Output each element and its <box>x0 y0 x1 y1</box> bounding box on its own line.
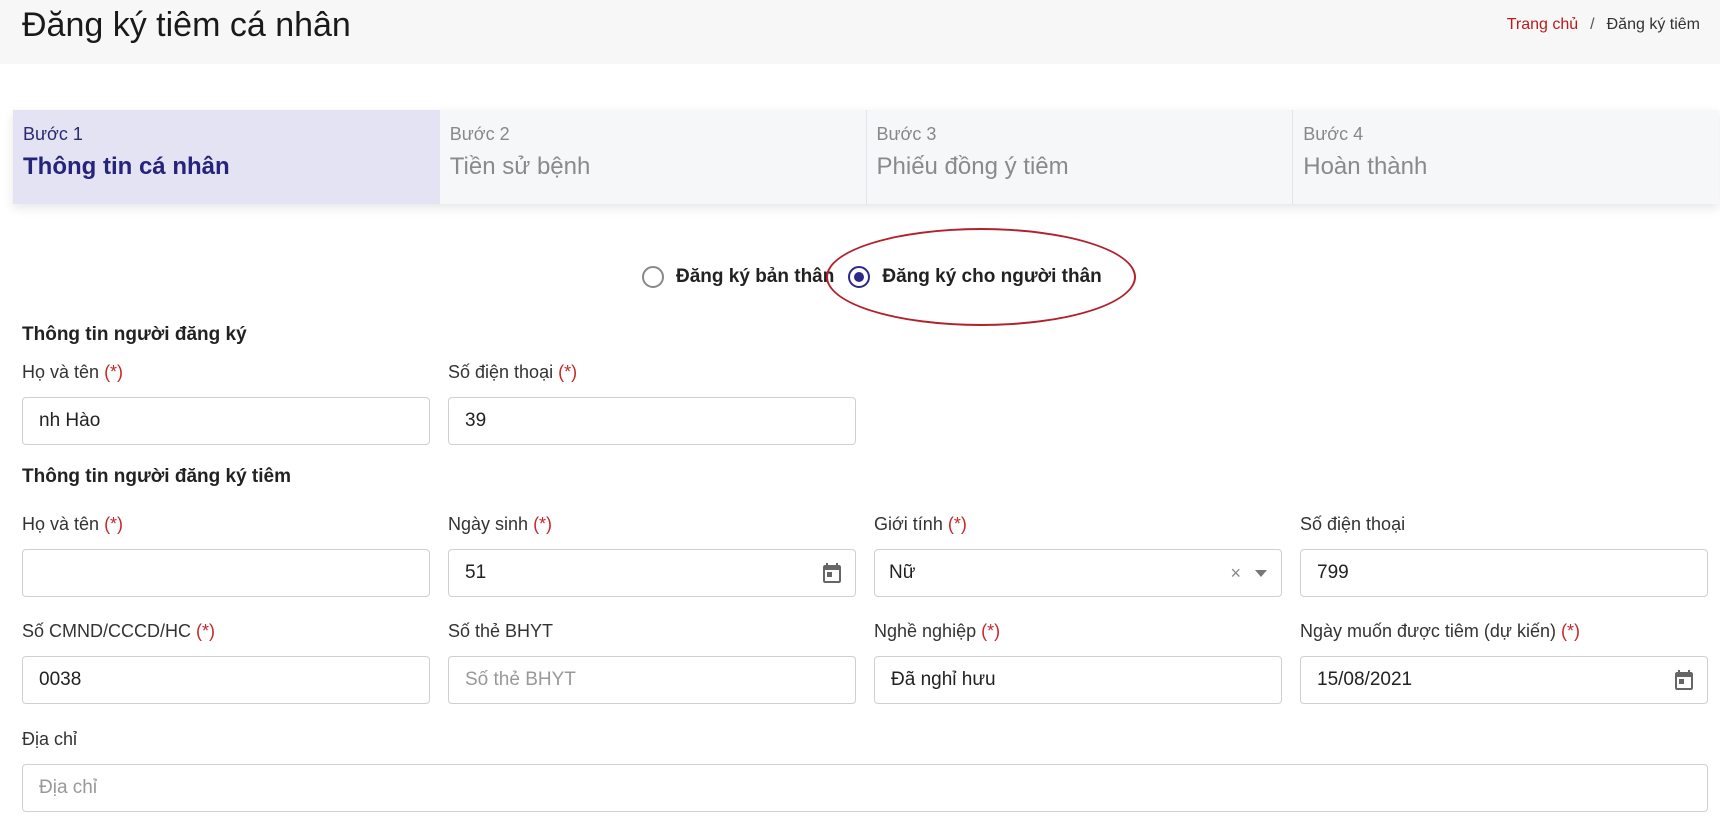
chevron-down-icon[interactable] <box>1255 569 1267 577</box>
field-label: Địa chỉ <box>22 729 78 749</box>
radio-register-relative[interactable]: Đăng ký cho người thân <box>848 266 1102 288</box>
occupation-input[interactable] <box>874 656 1282 704</box>
step-wizard: Bước 1 Thông tin cá nhân Bước 2 Tiền sử … <box>13 110 1719 204</box>
radio-label: Đăng ký bản thân <box>676 266 835 287</box>
step-number: Bước 4 <box>1303 124 1364 144</box>
step-3[interactable]: Bước 3 Phiếu đồng ý tiêm <box>867 110 1294 204</box>
vaccinee-name-input[interactable] <box>22 549 430 597</box>
id-number-field: Số CMND/CCCD/HC (*) <box>22 621 430 704</box>
gender-selected-value: Nữ <box>889 562 916 583</box>
field-label: Số điện thoại (*) <box>448 362 578 382</box>
step-title: Hoàn thành <box>1303 153 1428 180</box>
field-label: Ngày muốn được tiêm (dự kiến) (*) <box>1300 621 1581 641</box>
step-number: Bước 1 <box>23 124 83 144</box>
step-2[interactable]: Bước 2 Tiền sử bệnh <box>440 110 867 204</box>
insurance-field: Số thẻ BHYT <box>448 621 856 704</box>
required-mark: (*) <box>533 514 553 534</box>
breadcrumb-separator: / <box>1590 16 1595 33</box>
required-mark: (*) <box>947 514 967 534</box>
field-label: Họ và tên (*) <box>22 362 124 382</box>
breadcrumb-current: Đăng ký tiêm <box>1606 16 1700 33</box>
step-1[interactable]: Bước 1 Thông tin cá nhân <box>13 110 440 204</box>
registrant-name-input[interactable] <box>22 397 430 445</box>
address-input[interactable] <box>22 764 1708 812</box>
field-label: Nghề nghiệp (*) <box>874 621 1001 641</box>
calendar-icon[interactable] <box>1672 668 1696 692</box>
registrant-section-heading: Thông tin người đăng ký <box>22 324 247 345</box>
step-title: Phiếu đồng ý tiêm <box>876 153 1069 180</box>
clear-icon[interactable]: × <box>1230 563 1241 584</box>
vaccinee-section-heading: Thông tin người đăng ký tiêm <box>22 466 291 487</box>
required-mark: (*) <box>196 621 216 641</box>
step-title: Tiền sử bệnh <box>449 153 591 180</box>
calendar-icon[interactable] <box>820 561 844 585</box>
required-mark: (*) <box>558 362 578 382</box>
step-number: Bước 2 <box>449 124 510 144</box>
vaccinee-name-field: Họ và tên (*) <box>22 514 430 597</box>
vaccinee-phone-field: Số điện thoại <box>1300 514 1708 597</box>
insurance-input[interactable] <box>448 656 856 704</box>
gender-select[interactable]: Nữ × <box>874 549 1282 597</box>
occupation-field: Nghề nghiệp (*) <box>874 621 1282 704</box>
page-title: Đăng ký tiêm cá nhân <box>22 6 351 44</box>
radio-unchecked-icon[interactable] <box>642 266 664 288</box>
birth-date-input[interactable] <box>448 549 856 597</box>
id-number-input[interactable] <box>22 656 430 704</box>
field-label: Số CMND/CCCD/HC (*) <box>22 621 216 641</box>
page-header: Đăng ký tiêm cá nhân Trang chủ / Đăng ký… <box>0 0 1720 64</box>
desired-date-input[interactable] <box>1300 656 1708 704</box>
step-number: Bước 3 <box>876 124 937 144</box>
registrant-phone-input[interactable] <box>448 397 856 445</box>
field-label: Số thẻ BHYT <box>448 621 554 641</box>
step-title: Thông tin cá nhân <box>23 153 230 180</box>
field-label: Ngày sinh (*) <box>448 514 553 534</box>
registration-type-group: Đăng ký bản thân Đăng ký cho người thân <box>642 266 1102 288</box>
breadcrumb: Trang chủ / Đăng ký tiêm <box>1507 16 1700 34</box>
field-label: Họ và tên (*) <box>22 514 124 534</box>
gender-field: Giới tính (*) Nữ × <box>874 514 1282 597</box>
breadcrumb-home-link[interactable]: Trang chủ <box>1507 16 1578 34</box>
required-mark: (*) <box>1561 621 1581 641</box>
required-mark: (*) <box>104 362 124 382</box>
address-field: Địa chỉ <box>22 729 1708 812</box>
radio-checked-icon[interactable] <box>848 266 871 288</box>
registrant-phone-field: Số điện thoại (*) <box>448 362 856 445</box>
required-mark: (*) <box>104 514 124 534</box>
registrant-name-field: Họ và tên (*) <box>22 362 430 445</box>
required-mark: (*) <box>981 621 1001 641</box>
radio-register-self[interactable]: Đăng ký bản thân <box>642 266 834 288</box>
field-label: Số điện thoại <box>1300 514 1406 534</box>
desired-date-field: Ngày muốn được tiêm (dự kiến) (*) <box>1300 621 1708 704</box>
radio-label: Đăng ký cho người thân <box>882 266 1102 287</box>
birth-date-field: Ngày sinh (*) <box>448 514 856 597</box>
step-4[interactable]: Bước 4 Hoàn thành <box>1293 110 1719 204</box>
vaccinee-phone-input[interactable] <box>1300 549 1708 597</box>
field-label: Giới tính (*) <box>874 514 967 534</box>
